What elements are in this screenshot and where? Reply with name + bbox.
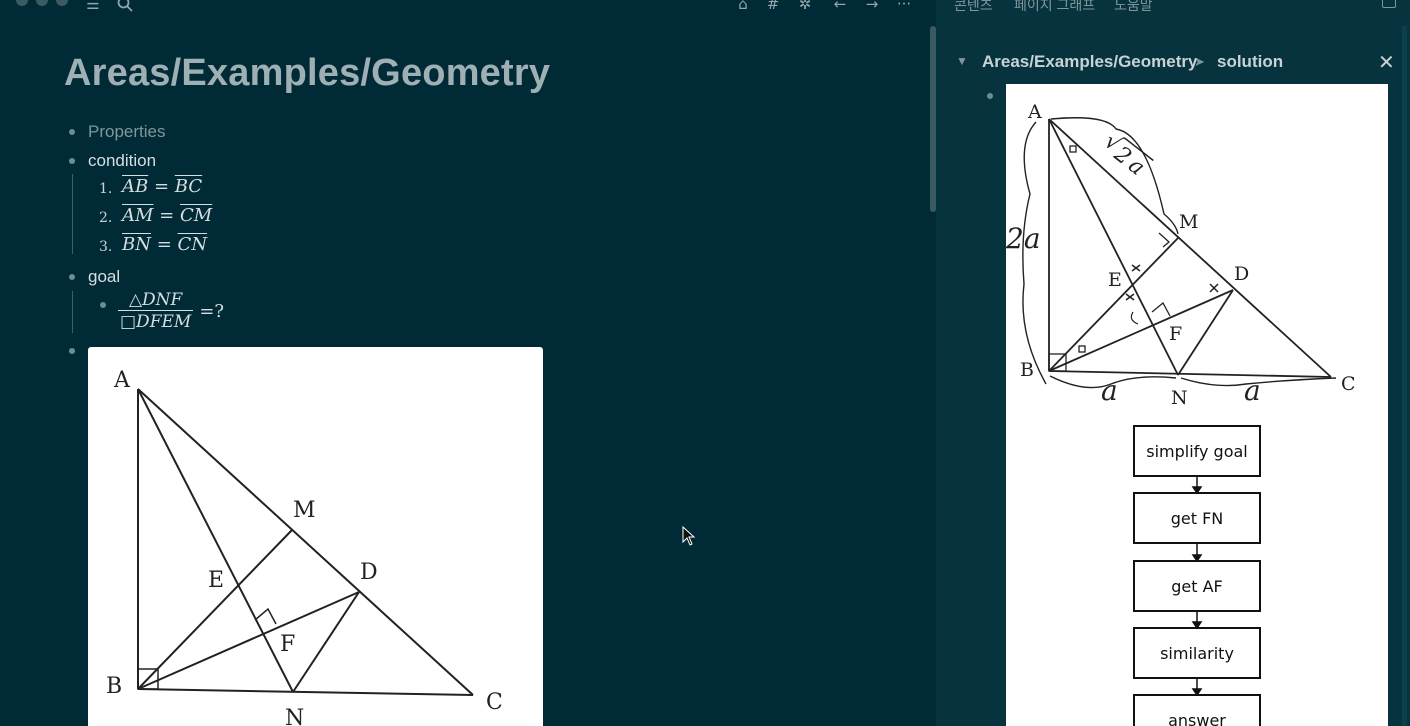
page-title[interactable]: Areas/Examples/Geometry — [64, 52, 550, 95]
block-bullet[interactable] — [69, 129, 75, 135]
vertex-label-a: A — [113, 368, 131, 393]
condition-equation[interactable]: AM = CM — [122, 205, 212, 226]
collapse-arrow-icon[interactable]: ▼ — [956, 54, 968, 68]
window-close-dot[interactable] — [16, 0, 28, 6]
vertex-label-d: D — [360, 560, 378, 585]
vertex-label-m: M — [293, 498, 316, 523]
list-number: 1. — [99, 181, 113, 197]
geometry-figure[interactable]: A B C D E F M N — [88, 347, 543, 726]
top-toolbar: ☰ ⌂ # ✲ ← → ··· — [0, 0, 936, 24]
block-bullet[interactable] — [69, 348, 75, 354]
more-icon[interactable]: ··· — [894, 0, 914, 13]
solution-figure[interactable]: A B C D E F M N 2a a a √ 2 a simplify go… — [1006, 84, 1388, 726]
tab-page-graph[interactable]: 페이지 그래프 — [1014, 0, 1095, 15]
breadcrumb-path[interactable]: Areas/Examples/Geometry — [982, 52, 1197, 72]
search-icon[interactable] — [115, 0, 135, 13]
home-icon[interactable]: ⌂ — [733, 0, 753, 13]
goal-fraction[interactable]: △DNF □DFEM =? — [118, 290, 224, 332]
block-bullet[interactable] — [69, 158, 75, 164]
close-icon[interactable]: ✕ — [1378, 50, 1395, 75]
list-number: 2. — [99, 210, 113, 226]
block-bullet[interactable] — [100, 302, 106, 308]
list-number: 3. — [99, 239, 113, 255]
vertex-label-c: C — [486, 690, 503, 715]
condition-equation[interactable]: BN = CN — [122, 234, 207, 255]
flow-arrows — [1191, 477, 1203, 697]
breadcrumb-separator-icon: ➤ — [1194, 54, 1205, 69]
children-guide-line — [72, 174, 73, 254]
condition-block[interactable]: condition — [88, 151, 156, 171]
main-editor: Areas/Examples/Geometry Properties condi… — [0, 24, 930, 726]
tag-icon[interactable]: # — [763, 0, 783, 13]
back-icon[interactable]: ← — [830, 0, 850, 13]
panel-toggle-icon[interactable] — [1382, 0, 1396, 8]
properties-block[interactable]: Properties — [88, 122, 165, 142]
vertex-label-f: F — [280, 632, 295, 657]
vertex-label-b: B — [106, 674, 122, 699]
tab-contents[interactable]: 콘텐츠 — [954, 0, 993, 15]
mouse-cursor-icon — [682, 526, 696, 546]
block-bullet[interactable] — [69, 274, 75, 280]
puzzle-icon[interactable]: ✲ — [795, 0, 815, 13]
window-minimize-dot[interactable] — [36, 0, 48, 6]
goal-block[interactable]: goal — [88, 267, 120, 287]
block-bullet[interactable] — [987, 93, 993, 99]
forward-icon[interactable]: → — [862, 0, 882, 13]
window-zoom-dot[interactable] — [56, 0, 68, 6]
condition-equation[interactable]: AB = BC — [122, 176, 202, 197]
breadcrumb-page[interactable]: solution — [1217, 52, 1283, 72]
sidebar-scrollbar[interactable] — [1402, 26, 1407, 726]
children-guide-line — [72, 291, 73, 333]
sidebar-block-header: ▼ Areas/Examples/Geometry ➤ solution ✕ — [936, 48, 1410, 76]
menu-icon[interactable]: ☰ — [83, 0, 103, 13]
vertex-label-n: N — [285, 706, 304, 726]
tab-help[interactable]: 도움말 — [1114, 0, 1153, 15]
vertex-label-e: E — [208, 568, 224, 593]
right-sidebar: 콘텐츠 페이지 그래프 도움말 ▼ Areas/Examples/Geometr… — [936, 0, 1410, 726]
